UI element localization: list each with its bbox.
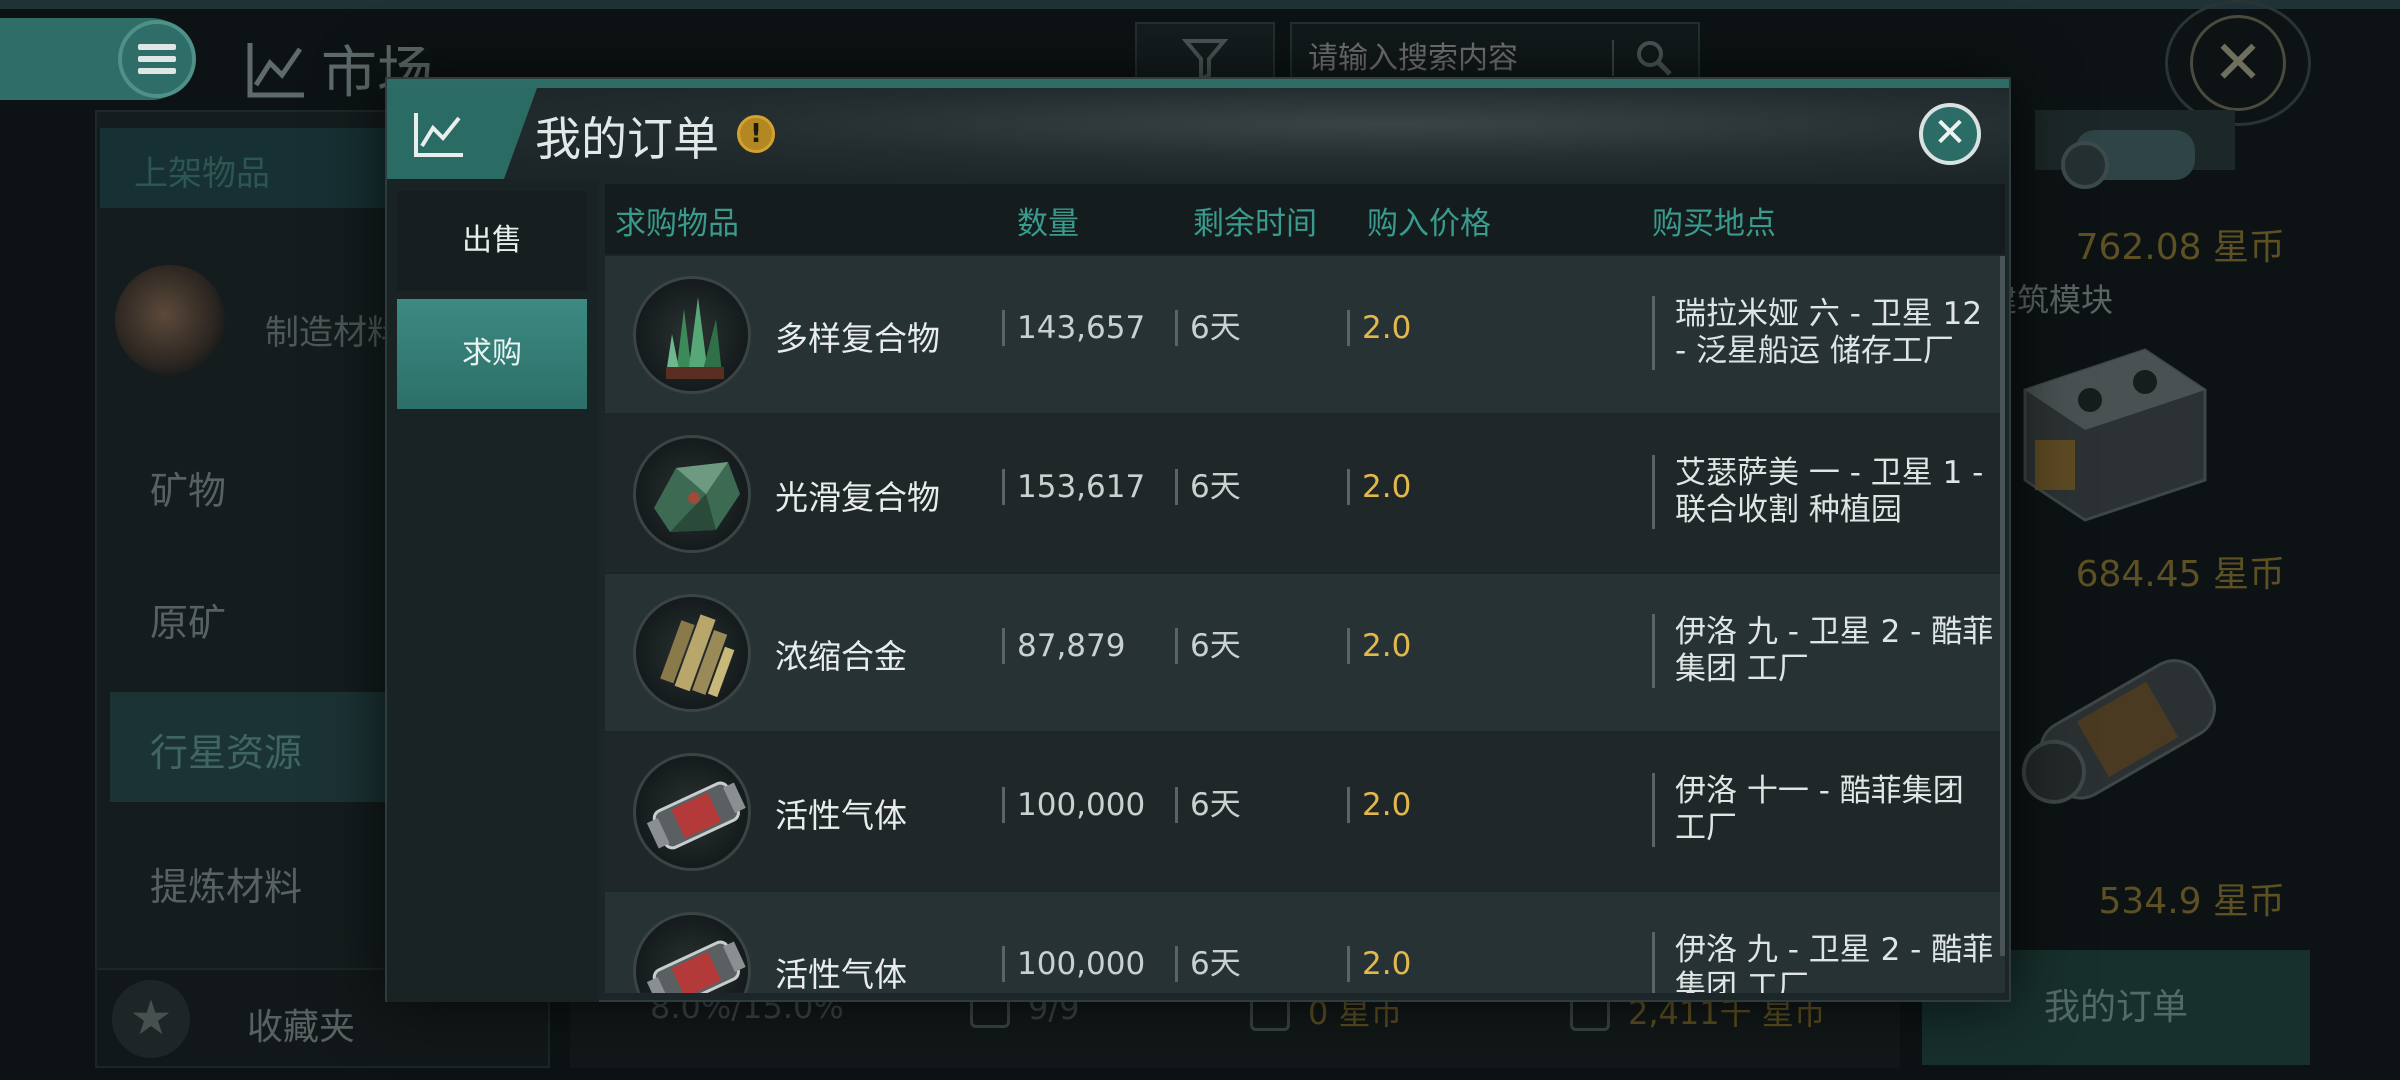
- category-raw-ore[interactable]: 原矿: [110, 562, 400, 672]
- building-module-image: [2023, 348, 2207, 522]
- search-icon[interactable]: [1634, 38, 1674, 78]
- gold-crystal-icon: [633, 594, 751, 712]
- my-orders-dialog: 我的订单 ! ✕ 出售 求购 求购物品 数量 剩余时间 购入价格 购买地点 多样…: [385, 77, 2011, 1002]
- chart-icon: [247, 42, 304, 97]
- orders-list: 多样复合物 143,657 6天 2.0 瑞拉米娅 六 - 卫星 12 - 泛星…: [605, 256, 2005, 993]
- warning-icon[interactable]: !: [737, 115, 775, 153]
- dialog-title: 我的订单: [535, 112, 719, 166]
- orders-scrollbar[interactable]: [2000, 256, 2005, 956]
- category-planetary-resources[interactable]: 行星资源: [110, 692, 400, 802]
- order-price: 2.0: [1347, 469, 1411, 505]
- module-image-1: [2035, 110, 2235, 189]
- category-refined-materials[interactable]: 提炼材料: [110, 826, 400, 936]
- filter-icon: [1182, 39, 1228, 81]
- gas-canister-icon: [633, 753, 751, 871]
- column-price: 购入价格: [1367, 206, 1491, 242]
- order-item-name: 活性气体: [775, 796, 907, 835]
- order-row[interactable]: 浓缩合金 87,879 6天 2.0 伊洛 九 - 卫星 2 - 酷菲集团 工厂: [605, 574, 2005, 731]
- column-location: 购买地点: [1652, 206, 1776, 242]
- order-row[interactable]: 活性气体 100,000 6天 2.0 伊洛 九 - 卫星 2 - 酷菲集团 工…: [605, 892, 2005, 993]
- close-icon[interactable]: ✕: [1919, 103, 1981, 165]
- order-time-left: 6天: [1175, 946, 1241, 982]
- order-time-left: 6天: [1175, 469, 1241, 505]
- order-quantity: 100,000: [1002, 787, 1145, 823]
- column-time-left: 剩余时间: [1193, 206, 1317, 242]
- close-icon: ✕: [2190, 15, 2286, 111]
- order-item-name: 活性气体: [775, 955, 907, 993]
- order-price: 2.0: [1347, 787, 1411, 823]
- order-time-left: 6天: [1175, 787, 1241, 823]
- order-row[interactable]: 多样复合物 143,657 6天 2.0 瑞拉米娅 六 - 卫星 12 - 泛星…: [605, 256, 2005, 413]
- order-price: 2.0: [1347, 310, 1411, 346]
- gas-canister-icon: [633, 912, 751, 993]
- tab-buy[interactable]: 求购: [397, 299, 587, 409]
- order-item-name: 多样复合物: [775, 319, 940, 358]
- order-price: 2.0: [1347, 946, 1411, 982]
- order-location: 伊洛 十一 - 酷菲集团 工厂: [1652, 773, 1997, 847]
- search-separator: [1612, 40, 1614, 76]
- ore-thumbnail: [115, 265, 225, 375]
- order-item-name: 光滑复合物: [775, 478, 940, 517]
- favorites-label: 收藏夹: [247, 1007, 356, 1048]
- order-row[interactable]: 光滑复合物 153,617 6天 2.0 艾瑟萨美 一 - 卫星 1 - 联合收…: [605, 415, 2005, 572]
- category-minerals[interactable]: 矿物: [110, 430, 400, 540]
- background-close-button[interactable]: ✕: [2165, 0, 2311, 126]
- order-location: 伊洛 九 - 卫星 2 - 酷菲集团 工厂: [1652, 614, 1997, 688]
- crystal-cluster-icon: [633, 276, 751, 394]
- order-item-name: 浓缩合金: [775, 637, 907, 676]
- menu-icon[interactable]: [118, 20, 196, 98]
- green-stone-icon: [633, 435, 751, 553]
- price-3: 534.9 星币: [2098, 881, 2285, 922]
- order-location: 瑞拉米娅 六 - 卫星 12 - 泛星船运 储存工厂: [1652, 296, 1997, 370]
- listed-items-tab[interactable]: 上架物品: [100, 128, 390, 208]
- orders-table-header: 求购物品 数量 剩余时间 购入价格 购买地点: [605, 184, 2005, 254]
- order-quantity: 100,000: [1002, 946, 1145, 982]
- tab-sell[interactable]: 出售: [397, 191, 587, 291]
- order-quantity: 143,657: [1002, 310, 1145, 346]
- chart-icon: [414, 112, 463, 157]
- category-manufacturing[interactable]: 制造材料: [265, 305, 401, 354]
- order-price: 2.0: [1347, 628, 1411, 664]
- canister-module-image: [2021, 659, 2216, 804]
- order-quantity: 153,617: [1002, 469, 1145, 505]
- dialog-top-line: [387, 79, 2009, 88]
- order-location: 伊洛 九 - 卫星 2 - 酷菲集团 工厂: [1652, 932, 1997, 993]
- order-time-left: 6天: [1175, 628, 1241, 664]
- price-2: 684.45 星币: [2075, 554, 2285, 595]
- right-item-column: 762.08 星币 建筑模块 684.45 星币 534.9 星币: [1985, 110, 2285, 930]
- search-input[interactable]: [1306, 39, 1606, 77]
- column-item: 求购物品: [615, 206, 739, 242]
- column-quantity: 数量: [1017, 206, 1079, 242]
- order-quantity: 87,879: [1002, 628, 1125, 664]
- star-icon: ★: [112, 980, 190, 1058]
- price-1: 762.08 星币: [2075, 227, 2285, 268]
- order-location: 艾瑟萨美 一 - 卫星 1 - 联合收割 种植园: [1652, 455, 1997, 529]
- order-time-left: 6天: [1175, 310, 1241, 346]
- order-row[interactable]: 活性气体 100,000 6天 2.0 伊洛 十一 - 酷菲集团 工厂: [605, 733, 2005, 890]
- top-line: [0, 0, 2400, 9]
